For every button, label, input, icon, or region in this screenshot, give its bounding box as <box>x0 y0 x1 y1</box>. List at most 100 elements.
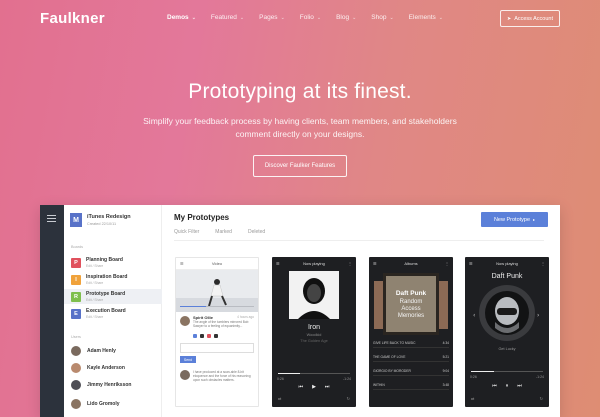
board-item-planning[interactable]: P Planning Board Edit / Share <box>64 255 162 270</box>
user-item[interactable]: Jimmy Henriksson <box>71 380 131 390</box>
access-account-button[interactable]: ➤ Access Account <box>500 10 560 27</box>
track-duration: 9:04 <box>442 369 449 373</box>
pause-icon[interactable]: ⏸ <box>506 383 509 389</box>
send-button[interactable]: Send <box>180 356 196 363</box>
discover-features-button[interactable]: Discover Faulker Features <box>253 155 347 177</box>
board-item-prototype[interactable]: R Prototype Board Edit / Share <box>64 289 162 304</box>
svg-text:‹: ‹ <box>473 312 475 319</box>
project-header[interactable]: M iTunes Redesign Created 22/10/11 <box>70 213 131 227</box>
board-name: Execution Board <box>86 308 126 314</box>
reply-icon[interactable] <box>200 334 204 338</box>
track-row[interactable]: GIVE LIFE BACK TO MUSIC 4:34 <box>373 341 449 348</box>
top-nav: Faulkner Demos ⌄ Featured ⌄ Pages ⌄ Folio ⌄ … <box>0 0 600 38</box>
menu-item-featured[interactable]: Featured ⌄ <box>211 14 244 21</box>
board-name: Planning Board <box>86 257 123 263</box>
time-elapsed: 0:26 <box>470 375 477 379</box>
menu-icon[interactable]: ☰ <box>180 261 184 266</box>
board-actions: Edit / Share <box>86 315 104 319</box>
comment-time: 4 hours ago <box>237 315 254 319</box>
progress-bar[interactable] <box>471 371 543 372</box>
more-icon[interactable]: ⋮ <box>445 261 449 266</box>
album-art: ‹ › <box>473 285 539 341</box>
player-controls: ⏮ ⏸ ⏭ <box>465 383 549 389</box>
menu-item-folio[interactable]: Folio ⌄ <box>300 14 321 21</box>
avatar <box>71 380 81 390</box>
like-icon[interactable] <box>193 334 197 338</box>
comment-input[interactable] <box>180 343 254 353</box>
user-item[interactable]: Lido Gromoly <box>71 399 120 409</box>
tab-quick-filter[interactable]: Quick Filter <box>174 229 199 235</box>
time-remaining: -1:24 <box>343 377 351 381</box>
track-name: THE GAME OF LOVE <box>373 355 406 359</box>
project-avatar: M <box>70 213 82 227</box>
progress-bar[interactable] <box>278 373 350 374</box>
tab-marked[interactable]: Marked <box>215 229 232 235</box>
boards-section-label: Boards <box>71 245 84 249</box>
prototype-card-video[interactable]: ☰ Video Spirit Ollie 4 hours ago The ang… <box>175 257 259 407</box>
video-thumbnail[interactable] <box>176 270 258 312</box>
brand-logo[interactable]: Faulkner <box>40 10 105 27</box>
page-title: My Prototypes <box>174 213 230 222</box>
new-prototype-button[interactable]: New Prototype ▸ <box>481 212 548 227</box>
track-duration: 4:34 <box>442 341 449 345</box>
song-subtitle: Get Lucky <box>498 347 516 351</box>
board-item-inspiration[interactable]: I Inspiration Board Edit / Share <box>64 272 162 287</box>
svg-text:›: › <box>537 312 539 319</box>
divider <box>174 240 544 241</box>
track-row[interactable]: WITHIN 3:48 <box>373 383 449 390</box>
board-item-execution[interactable]: E Execution Board Edit / Share <box>64 306 162 321</box>
user-name: Jimmy Henriksson <box>87 382 132 388</box>
more-icon[interactable]: ⋮ <box>348 261 352 266</box>
track-row[interactable]: GIORGIO BY MORODER 9:04 <box>373 369 449 376</box>
repeat-icon[interactable]: ↻ <box>347 396 350 401</box>
menu-icon[interactable]: ☰ <box>373 261 377 266</box>
menu-item-elements[interactable]: Elements ⌄ <box>409 14 443 21</box>
previous-icon[interactable]: ⏮ <box>299 384 304 390</box>
avatar <box>180 316 190 326</box>
heart-icon[interactable] <box>207 334 211 338</box>
tab-deleted[interactable]: Deleted <box>248 229 265 235</box>
next-icon[interactable]: ⏭ <box>325 384 330 390</box>
progress-fill <box>278 373 300 374</box>
chevron-down-icon: ⌄ <box>316 14 322 21</box>
user-name: Adam Henly <box>87 348 116 354</box>
board-icon: R <box>71 291 81 302</box>
more-icon[interactable]: ⋮ <box>541 261 545 266</box>
share-icon[interactable] <box>214 334 218 338</box>
track-row[interactable]: THE GAME OF LOVE 5:21 <box>373 355 449 362</box>
menu-icon[interactable]: ☰ <box>469 261 473 266</box>
time-row: 0:26 -1:24 <box>277 377 351 381</box>
track-name: WITHIN <box>373 383 385 387</box>
menu-item-demos[interactable]: Demos ⌄ <box>167 14 196 21</box>
menu-item-blog[interactable]: Blog ⌄ <box>336 14 356 21</box>
board-actions: Edit / Share <box>86 281 104 285</box>
project-sidebar: M iTunes Redesign Created 22/10/11 Board… <box>64 205 162 417</box>
player-controls: ⏮ ▶ ⏭ <box>272 384 356 390</box>
board-actions: Edit / Share <box>86 264 104 268</box>
previous-icon[interactable]: ⏮ <box>492 383 497 389</box>
filter-tabs: Quick Filter Marked Deleted <box>174 229 265 235</box>
prototype-card-now-playing[interactable]: ☰ Now playing ⋮ Iron Woodkid The Golden … <box>272 257 356 407</box>
player-extras: ⇄ ↻ <box>465 396 549 401</box>
menu-item-pages[interactable]: Pages ⌄ <box>259 14 285 21</box>
avatar <box>71 399 81 409</box>
menu-icon[interactable]: ☰ <box>276 261 280 266</box>
user-item[interactable]: Kayle Anderson <box>71 363 125 373</box>
album-title: Daft Punk <box>395 290 427 297</box>
prototype-card-albums[interactable]: ☰ Albums ⋮ Daft Punk Random Access Memor… <box>369 257 453 407</box>
play-icon[interactable]: ▶ <box>312 384 316 390</box>
shuffle-icon[interactable]: ⇄ <box>278 396 281 401</box>
next-icon[interactable]: ⏭ <box>517 383 522 389</box>
track-duration: 5:21 <box>442 355 449 359</box>
users-section-label: Users <box>71 335 81 339</box>
menu-item-shop[interactable]: Shop ⌄ <box>371 14 393 21</box>
user-item[interactable]: Adam Henly <box>71 346 116 356</box>
menu-label: Folio <box>299 14 314 21</box>
shuffle-icon[interactable]: ⇄ <box>471 396 474 401</box>
song-title: Iron <box>307 324 321 331</box>
track-name: GIORGIO BY MORODER <box>373 369 411 373</box>
repeat-icon[interactable]: ↻ <box>540 396 543 401</box>
artist-name: Woodkid <box>306 333 322 337</box>
menu-icon[interactable] <box>47 215 56 224</box>
prototype-card-now-playing-2[interactable]: ☰ Now playing ⋮ Daft Punk ‹ › Get Lucky … <box>465 257 549 407</box>
